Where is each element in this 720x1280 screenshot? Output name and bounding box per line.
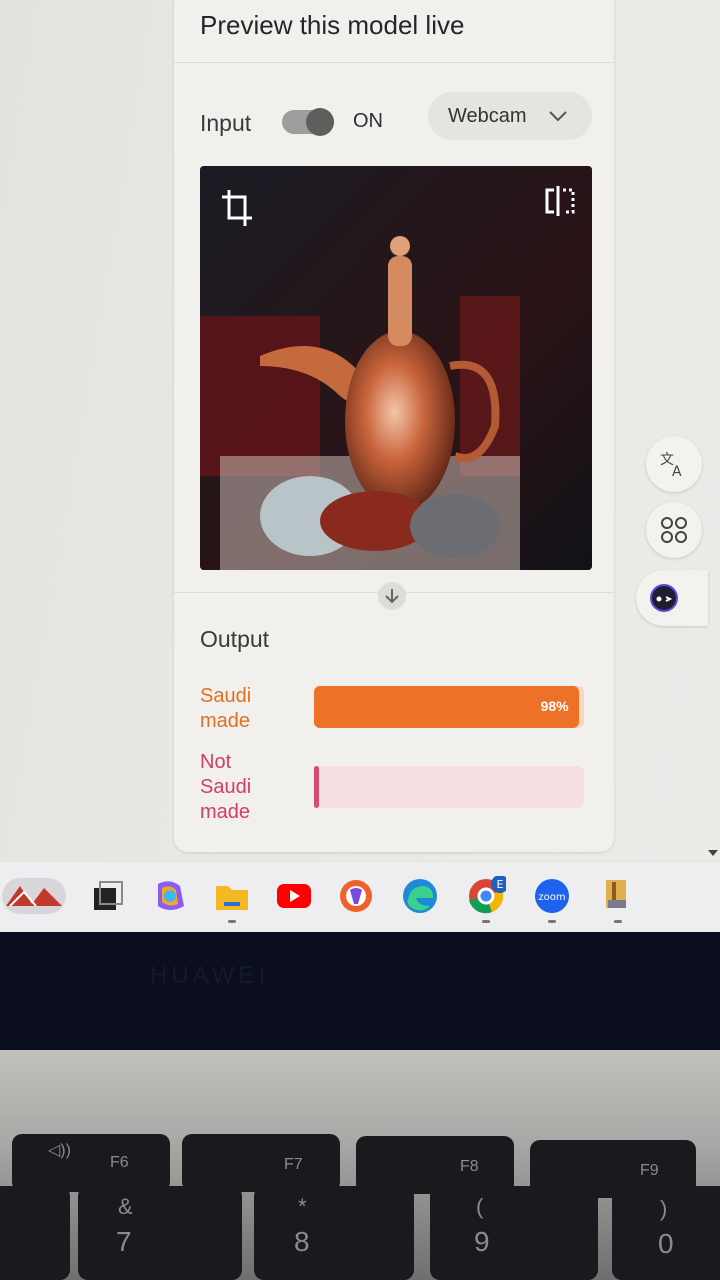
apps-grid-icon — [661, 517, 687, 543]
confidence-percent: 98% — [540, 698, 569, 714]
key-symbol: ) — [660, 1196, 668, 1221]
key-symbol: ( — [476, 1194, 484, 1219]
key-label-f8: F8 — [460, 1158, 479, 1175]
translate-button[interactable]: 文 A — [646, 436, 702, 492]
key-digit: 7 — [116, 1226, 132, 1257]
key-symbol: * — [298, 1194, 307, 1219]
laptop-keyboard: F6 ◁)) F7 F8 F9 & 7 * 8 ( 9 ) 0 — [0, 1050, 720, 1280]
key-label-f9: F9 — [640, 1162, 659, 1179]
scroll-down-arrow[interactable] — [708, 850, 718, 856]
panel-title: Preview this model live — [200, 10, 465, 40]
svg-text:A: A — [672, 464, 682, 480]
zoom-button[interactable]: zoom — [532, 876, 572, 923]
webcam-frame-image — [200, 166, 592, 570]
key-digit: 8 — [294, 1226, 310, 1257]
key-f7: F7 — [182, 1134, 340, 1192]
input-toggle[interactable] — [282, 108, 334, 136]
confidence-fill: 98% — [314, 686, 579, 728]
copilot-icon[interactable] — [150, 876, 190, 916]
key-0: ) 0 — [612, 1186, 720, 1280]
profile-badge: E — [497, 878, 504, 891]
input-label: Input — [200, 110, 252, 136]
laptop-bezel: HUAWEI — [0, 932, 720, 1050]
running-indicator — [614, 920, 622, 923]
key-label-f7: F7 — [284, 1156, 303, 1173]
confidence-fill — [314, 766, 319, 808]
key-8: * 8 — [254, 1186, 414, 1280]
weather-widget[interactable] — [2, 876, 68, 916]
source-dropdown[interactable]: Webcam — [428, 92, 592, 140]
chevron-down-icon — [549, 111, 567, 122]
running-indicator — [548, 920, 556, 923]
divider — [174, 62, 614, 63]
translate-icon: 文 A — [660, 452, 682, 480]
assistant-icon — [650, 584, 678, 612]
winrar-icon — [606, 880, 626, 908]
key-symbol: & — [118, 1194, 133, 1219]
windows-taskbar: E zoom — [0, 862, 720, 932]
zoom-icon: zoom — [535, 879, 569, 913]
assistant-button[interactable] — [636, 570, 708, 626]
chrome-button[interactable]: E — [466, 875, 509, 923]
youtube-icon[interactable] — [274, 876, 314, 916]
key-7: & 7 — [78, 1186, 242, 1280]
down-arrow-button — [378, 582, 406, 610]
toggle-knob — [306, 108, 334, 136]
webcam-preview — [200, 166, 592, 570]
brand-logo: HUAWEI — [150, 962, 270, 989]
confidence-bar-saudi-made: 98% — [314, 686, 584, 728]
class-label-not-saudi-made: Not Saudi made — [200, 751, 252, 823]
key-digit: 0 — [658, 1228, 674, 1259]
flip-camera-icon[interactable] — [544, 184, 576, 218]
zoom-text: zoom — [538, 892, 565, 903]
confidence-bar-not-saudi-made — [314, 766, 584, 808]
arrow-down-icon — [385, 589, 399, 604]
key-f6: F6 ◁)) — [12, 1134, 170, 1192]
desktop-screen: Preview this model live Input ON Webcam — [0, 0, 720, 860]
source-dropdown-label: Webcam — [448, 105, 527, 127]
crop-icon[interactable] — [220, 188, 254, 228]
chrome-icon: E — [469, 875, 509, 914]
key-label-f6: F6 — [110, 1154, 129, 1171]
model-preview-panel: Preview this model live Input ON Webcam — [174, 0, 614, 852]
toggle-state-label: ON — [353, 110, 383, 132]
running-indicator — [228, 920, 236, 923]
class-label-saudi-made: Saudi made — [200, 685, 252, 732]
key-6 — [0, 1186, 70, 1280]
brave-icon[interactable] — [336, 876, 376, 916]
key-9: ( 9 — [430, 1186, 598, 1280]
running-indicator — [482, 920, 490, 923]
volume-icon: ◁)) — [48, 1142, 71, 1159]
key-digit: 9 — [474, 1226, 490, 1257]
apps-button[interactable] — [646, 502, 702, 558]
output-label: Output — [200, 626, 270, 652]
task-view-icon[interactable] — [88, 876, 128, 916]
file-explorer-button[interactable] — [212, 876, 252, 923]
edge-icon[interactable] — [400, 876, 440, 916]
file-explorer-icon — [216, 886, 248, 910]
winrar-button[interactable] — [598, 876, 638, 923]
